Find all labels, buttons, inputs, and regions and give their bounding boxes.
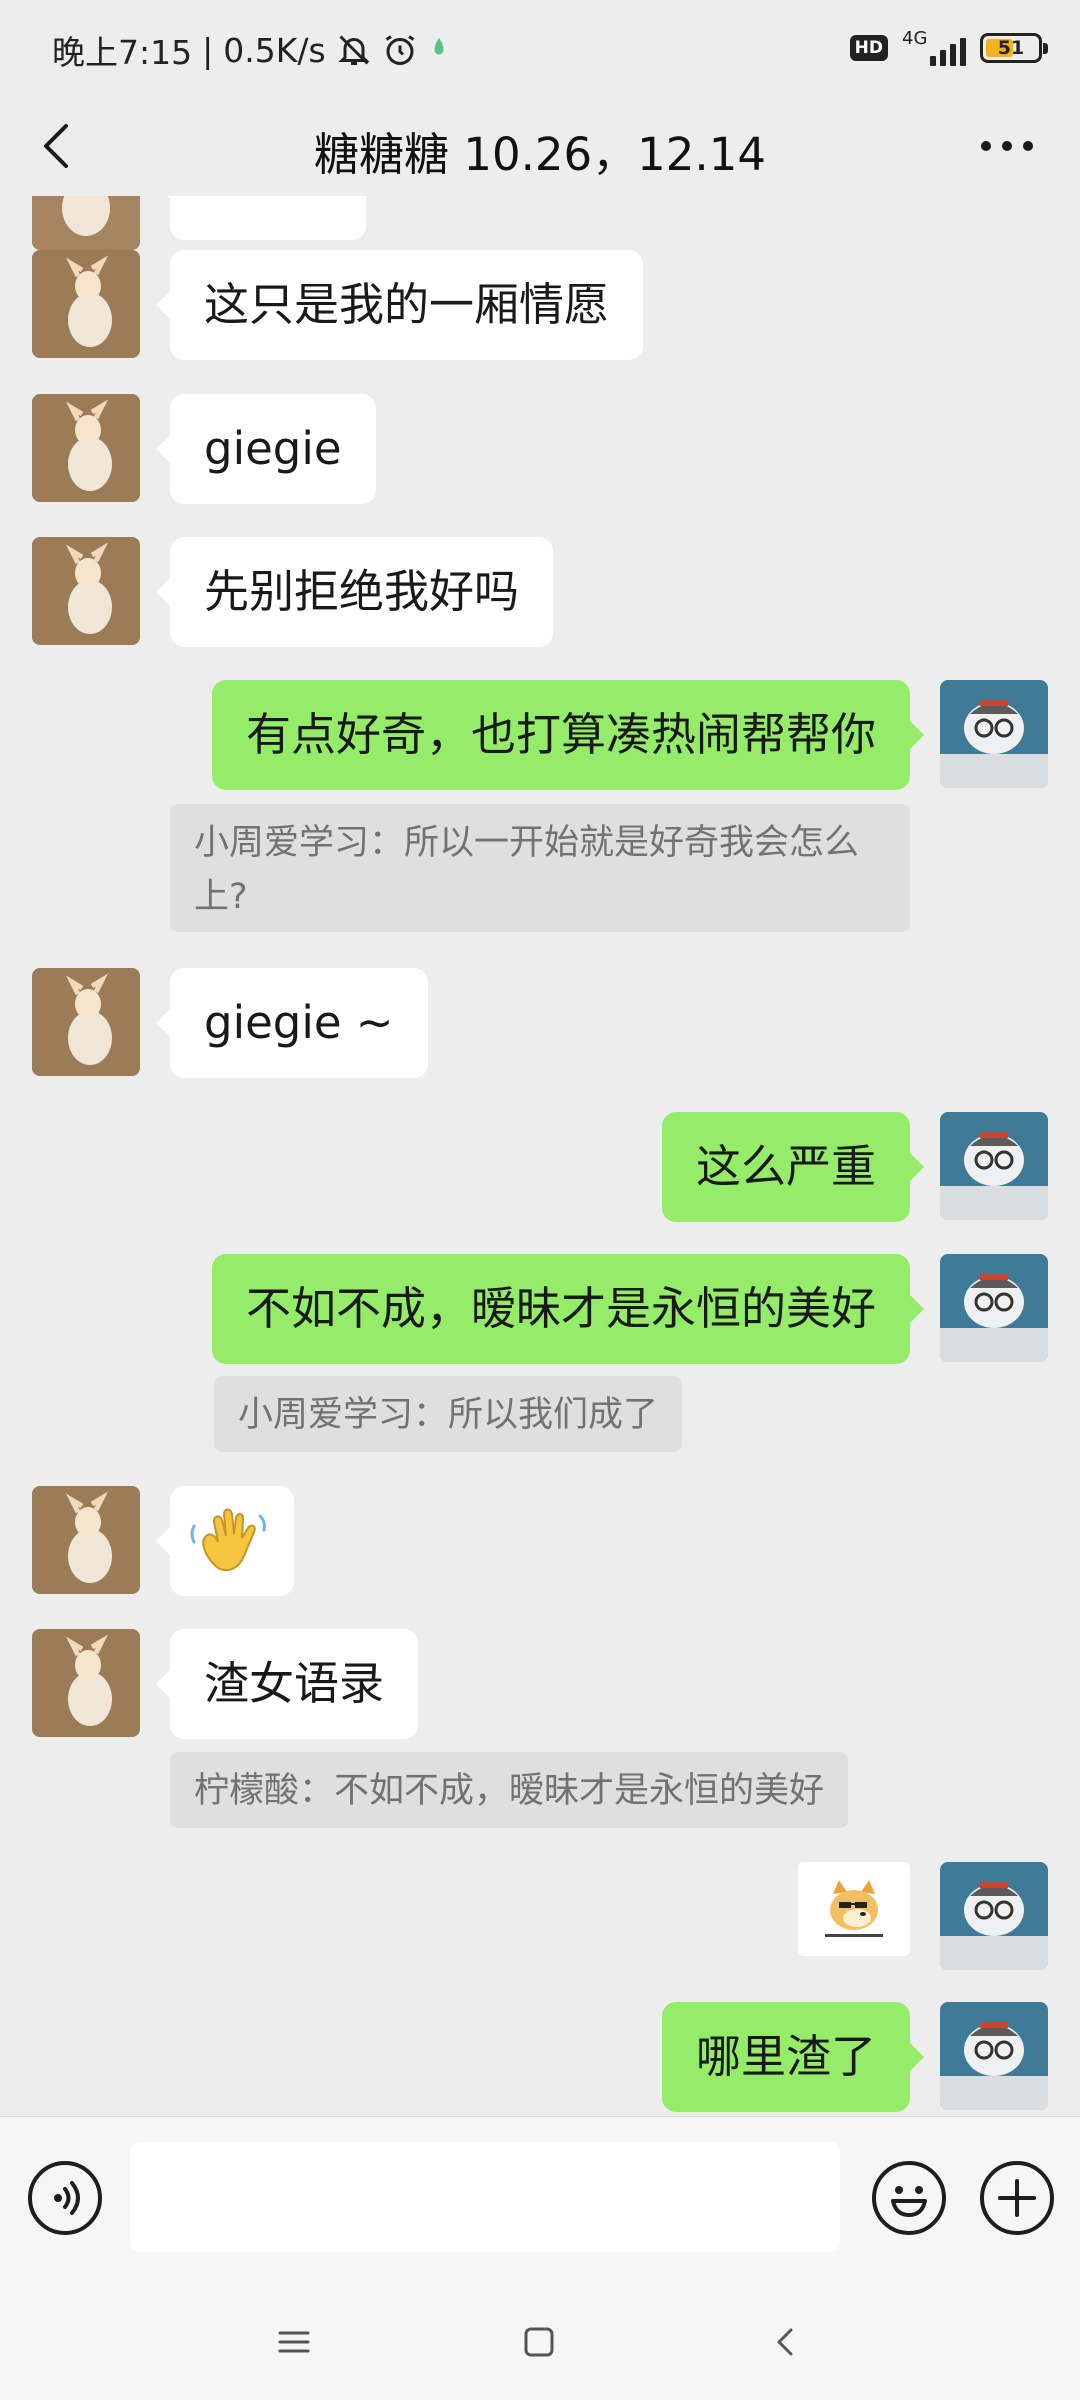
message-bubble-mine[interactable]: 有点好奇，也打算凑热闹帮帮你 (211, 680, 925, 790)
chat-area[interactable]: 这只是我的一厢情愿 giegie 先别拒绝我好吗 有点好奇，也打算凑热闹帮帮你 … (0, 196, 1080, 2116)
square-home-icon (524, 2327, 554, 2357)
quoted-reply[interactable]: 小周爱学习：所以一开始就是好奇我会怎么上? (170, 804, 910, 932)
sticker-message[interactable] (798, 1862, 910, 1956)
message-bubble[interactable]: 渣女语录 (155, 1629, 419, 1739)
doge-sticker (825, 1880, 883, 1937)
alarm-clock-icon (382, 32, 418, 68)
message-input[interactable] (130, 2142, 840, 2252)
message-bubble[interactable]: 先别拒绝我好吗 (155, 537, 554, 647)
status-right: HD 4G 51 (849, 28, 1048, 68)
status-bar: 晚上7:15 | 0.5K/s HD 4G 51 (0, 0, 1080, 96)
my-avatar[interactable] (940, 1254, 1048, 1362)
quoted-reply[interactable]: 柠檬酸：不如不成，暧昧才是永恒的美好 (170, 1752, 849, 1828)
smiley-face-icon (891, 2186, 927, 2217)
mute-bell-icon (336, 32, 372, 68)
contact-avatar[interactable] (32, 968, 140, 1076)
chat-header: 糖糖糖 10.26，12.14 (0, 96, 1080, 196)
status-time: 晚上7:15 (52, 33, 193, 72)
contact-avatar[interactable] (32, 537, 140, 645)
message-bubble-partial[interactable] (156, 196, 366, 240)
system-nav-bar (0, 2278, 1080, 2400)
my-avatar[interactable] (940, 2002, 1048, 2110)
back-chevron-icon (777, 2328, 793, 2356)
emoji-button[interactable] (872, 2161, 946, 2235)
menu-nav-button[interactable] (270, 2318, 318, 2366)
contact-avatar[interactable] (32, 196, 140, 250)
more-functions-button[interactable] (980, 2161, 1054, 2235)
contact-avatar[interactable] (32, 1629, 140, 1737)
waving-hand-emoji (190, 1508, 266, 1572)
voice-icon (54, 2181, 80, 2215)
emoji-message-bubble[interactable] (156, 1486, 294, 1596)
my-avatar[interactable] (940, 1862, 1048, 1970)
app-notification-icon (428, 35, 450, 65)
contact-avatar[interactable] (32, 250, 140, 358)
message-bubble-mine[interactable]: 不如不成，暧昧才是永恒的美好 (211, 1254, 925, 1364)
hd-badge: HD (849, 35, 888, 61)
signal-icon: 4G (902, 28, 966, 68)
back-nav-button[interactable] (762, 2318, 810, 2366)
my-avatar[interactable] (940, 1112, 1048, 1220)
status-left: 晚上7:15 | 0.5K/s (52, 26, 450, 74)
home-nav-button[interactable] (515, 2318, 563, 2366)
network-speed: 0.5K/s (223, 30, 326, 70)
chat-title: 糖糖糖 10.26，12.14 (314, 128, 766, 181)
contact-avatar[interactable] (32, 394, 140, 502)
message-bubble[interactable]: giegie (156, 394, 376, 504)
hamburger-icon (278, 2331, 310, 2353)
more-options-button[interactable] (972, 118, 1042, 174)
input-bar (0, 2116, 1080, 2279)
message-bubble-mine[interactable]: 哪里渣了 (661, 2002, 925, 2112)
more-dots-icon (981, 141, 1033, 151)
my-avatar[interactable] (940, 680, 1048, 788)
message-bubble-mine[interactable]: 这么严重 (661, 1112, 925, 1222)
voice-input-button[interactable] (28, 2161, 102, 2235)
message-bubble[interactable]: 这只是我的一厢情愿 (155, 250, 644, 360)
plus-icon (998, 2179, 1036, 2217)
battery-icon: 51 (980, 33, 1048, 63)
quoted-reply[interactable]: 小周爱学习：所以我们成了 (214, 1376, 683, 1452)
message-bubble[interactable]: giegie ~ (156, 968, 428, 1078)
contact-avatar[interactable] (32, 1486, 140, 1594)
